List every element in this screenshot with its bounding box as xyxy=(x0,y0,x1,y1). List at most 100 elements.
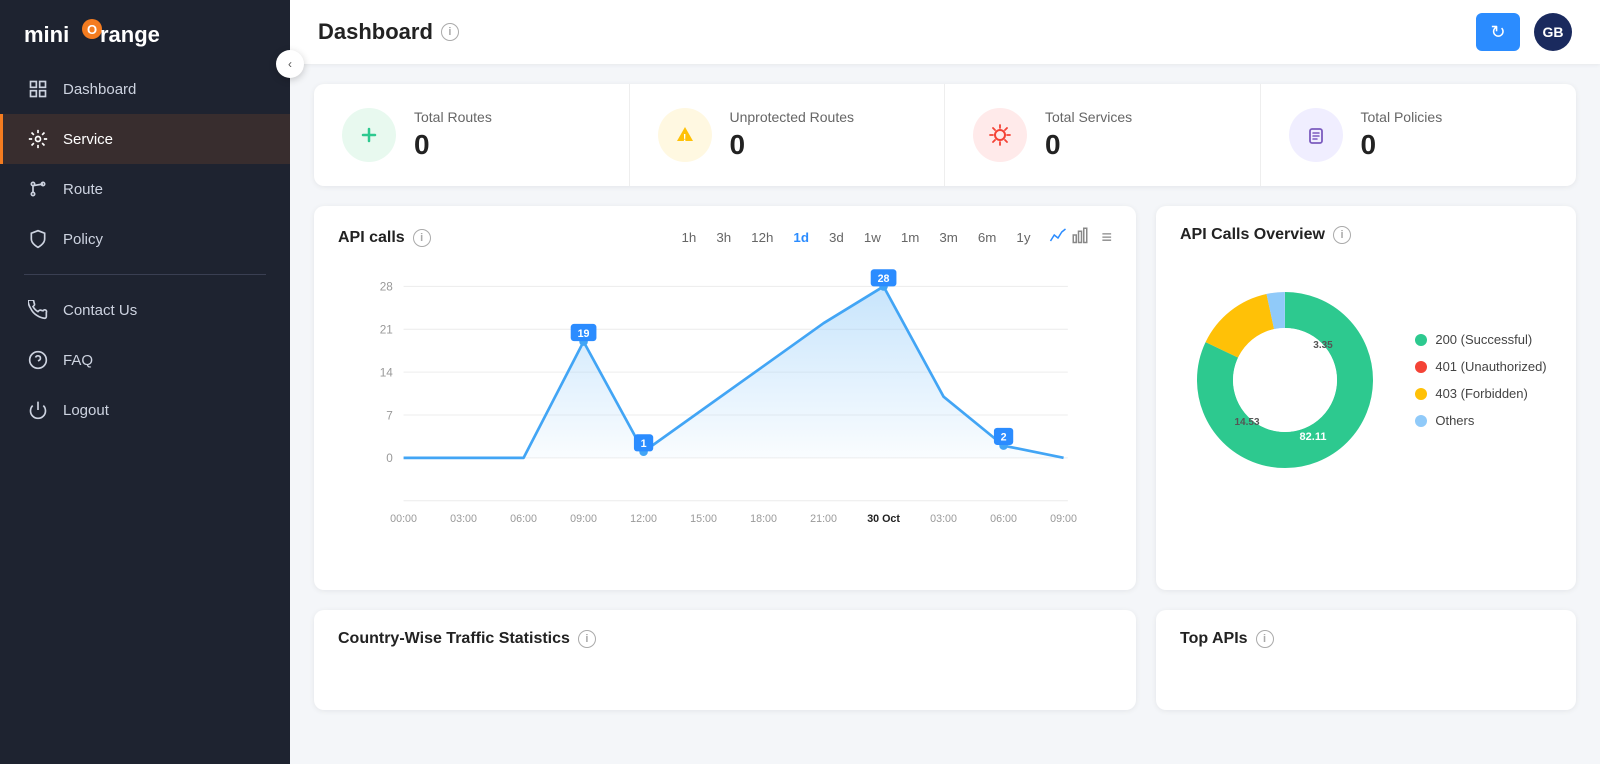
power-icon xyxy=(27,399,49,421)
time-btn-1d[interactable]: 1d xyxy=(786,227,816,248)
legend-dot-401 xyxy=(1415,361,1427,373)
settings-icon xyxy=(27,128,49,150)
legend-label-403: 403 (Forbidden) xyxy=(1435,386,1528,401)
total-services-label: Total Services xyxy=(1045,109,1132,125)
legend-label-401: 401 (Unauthorized) xyxy=(1435,359,1546,374)
sidebar-item-service[interactable]: Service xyxy=(0,114,290,164)
stat-card-total-routes: Total Routes 0 xyxy=(314,84,630,186)
unprotected-routes-icon: ! xyxy=(658,108,712,162)
country-traffic-title: Country-Wise Traffic Statistics i xyxy=(338,630,1112,648)
sidebar-item-dashboard[interactable]: Dashboard xyxy=(0,64,290,114)
total-policies-label: Total Policies xyxy=(1361,109,1443,125)
svg-text:82.11: 82.11 xyxy=(1300,431,1327,443)
donut-legend: 200 (Successful) 401 (Unauthorized) 403 … xyxy=(1415,332,1546,428)
svg-text:2: 2 xyxy=(1001,432,1007,444)
avatar: GB xyxy=(1534,13,1572,51)
title-info-icon[interactable]: i xyxy=(441,23,459,41)
top-apis-title: Top APIs i xyxy=(1180,630,1552,648)
svg-text:1: 1 xyxy=(641,438,647,450)
svg-text:14: 14 xyxy=(380,366,394,379)
help-icon xyxy=(27,349,49,371)
svg-text:15:00: 15:00 xyxy=(690,513,717,525)
api-calls-chart-card: API calls i 1h 3h 12h 1d 3d 1w 1m 3m xyxy=(314,206,1136,590)
time-btn-6m[interactable]: 6m xyxy=(971,227,1004,248)
api-overview-chart-card: API Calls Overview i xyxy=(1156,206,1576,590)
total-routes-value: 0 xyxy=(414,129,492,161)
time-btn-3d[interactable]: 3d xyxy=(822,227,851,248)
topbar: Dashboard i ↻ GB xyxy=(290,0,1600,64)
line-chart-container: 28 21 14 7 0 xyxy=(338,265,1112,570)
svg-text:0: 0 xyxy=(386,452,393,465)
svg-text:range: range xyxy=(100,22,160,47)
svg-text:03:00: 03:00 xyxy=(450,513,477,525)
svg-text:28: 28 xyxy=(380,281,394,294)
stat-info-total-services: Total Services 0 xyxy=(1045,109,1132,161)
sidebar-item-policy[interactable]: Policy xyxy=(0,214,290,264)
time-btn-1w[interactable]: 1w xyxy=(857,227,888,248)
svg-text:21: 21 xyxy=(380,324,393,337)
svg-text:mini: mini xyxy=(24,22,69,47)
svg-text:00:00: 00:00 xyxy=(390,513,417,525)
sidebar-item-route[interactable]: Route xyxy=(0,164,290,214)
legend-item-200: 200 (Successful) xyxy=(1415,332,1546,347)
unprotected-routes-value: 0 xyxy=(730,129,855,161)
total-policies-value: 0 xyxy=(1361,129,1443,161)
sidebar-item-label: Route xyxy=(63,181,103,198)
sidebar-item-logout[interactable]: Logout xyxy=(0,385,290,435)
chart-menu-icon[interactable]: ≡ xyxy=(1101,227,1112,248)
api-calls-chart-title: API calls i xyxy=(338,229,431,247)
bar-chart-btn[interactable] xyxy=(1071,226,1089,249)
time-btn-12h[interactable]: 12h xyxy=(744,227,780,248)
svg-text:09:00: 09:00 xyxy=(570,513,597,525)
api-overview-chart-header: API Calls Overview i xyxy=(1180,226,1552,244)
country-traffic-info-icon[interactable]: i xyxy=(578,630,596,648)
sidebar-item-label: Policy xyxy=(63,231,103,248)
svg-text:28: 28 xyxy=(878,273,890,285)
top-apis-info-icon[interactable]: i xyxy=(1256,630,1274,648)
legend-dot-403 xyxy=(1415,388,1427,400)
svg-text:30 Oct: 30 Oct xyxy=(867,513,900,525)
legend-item-403: 403 (Forbidden) xyxy=(1415,386,1546,401)
time-filters: 1h 3h 12h 1d 3d 1w 1m 3m 6m 1y xyxy=(675,227,1038,248)
api-overview-chart-title: API Calls Overview i xyxy=(1180,226,1351,244)
refresh-button[interactable]: ↻ xyxy=(1476,13,1520,51)
nav-divider xyxy=(24,274,266,275)
sidebar-item-label: Service xyxy=(63,131,113,148)
time-btn-3h[interactable]: 3h xyxy=(709,227,738,248)
sidebar: mini O range ‹ Dashboard Servic xyxy=(0,0,290,764)
sidebar-item-faq[interactable]: FAQ xyxy=(0,335,290,385)
sidebar-collapse-button[interactable]: ‹ xyxy=(276,50,304,78)
sidebar-item-label: Logout xyxy=(63,402,109,419)
main-content: Dashboard i ↻ GB Total Routes 0 xyxy=(290,0,1600,764)
total-routes-icon xyxy=(342,108,396,162)
line-chart-btn[interactable] xyxy=(1049,226,1067,249)
line-chart-svg: 28 21 14 7 0 xyxy=(338,265,1112,565)
logo: mini O range xyxy=(0,0,290,64)
sidebar-item-label: Dashboard xyxy=(63,81,136,98)
chart-type-icons xyxy=(1049,226,1089,249)
total-services-value: 0 xyxy=(1045,129,1132,161)
legend-item-others: Others xyxy=(1415,413,1546,428)
svg-text:18:00: 18:00 xyxy=(750,513,777,525)
topbar-right: ↻ GB xyxy=(1476,13,1572,51)
stat-info-unprotected-routes: Unprotected Routes 0 xyxy=(730,109,855,161)
time-btn-1h[interactable]: 1h xyxy=(675,227,704,248)
bottom-row: Country-Wise Traffic Statistics i Top AP… xyxy=(314,610,1576,710)
phone-icon xyxy=(27,299,49,321)
time-btn-3m[interactable]: 3m xyxy=(932,227,965,248)
stat-card-unprotected-routes: ! Unprotected Routes 0 xyxy=(630,84,946,186)
legend-dot-others xyxy=(1415,415,1427,427)
content-area: Total Routes 0 ! Unprotected Routes 0 xyxy=(290,64,1600,730)
country-traffic-card: Country-Wise Traffic Statistics i xyxy=(314,610,1136,710)
api-overview-info-icon[interactable]: i xyxy=(1333,226,1351,244)
total-services-icon xyxy=(973,108,1027,162)
time-btn-1y[interactable]: 1y xyxy=(1009,227,1037,248)
sidebar-item-contact[interactable]: Contact Us xyxy=(0,285,290,335)
stat-card-total-policies: Total Policies 0 xyxy=(1261,84,1577,186)
stats-row: Total Routes 0 ! Unprotected Routes 0 xyxy=(314,84,1576,186)
api-calls-info-icon[interactable]: i xyxy=(413,229,431,247)
time-btn-1m[interactable]: 1m xyxy=(894,227,927,248)
svg-text:03:00: 03:00 xyxy=(930,513,957,525)
charts-row: API calls i 1h 3h 12h 1d 3d 1w 1m 3m xyxy=(314,206,1576,590)
svg-text:!: ! xyxy=(683,133,686,144)
